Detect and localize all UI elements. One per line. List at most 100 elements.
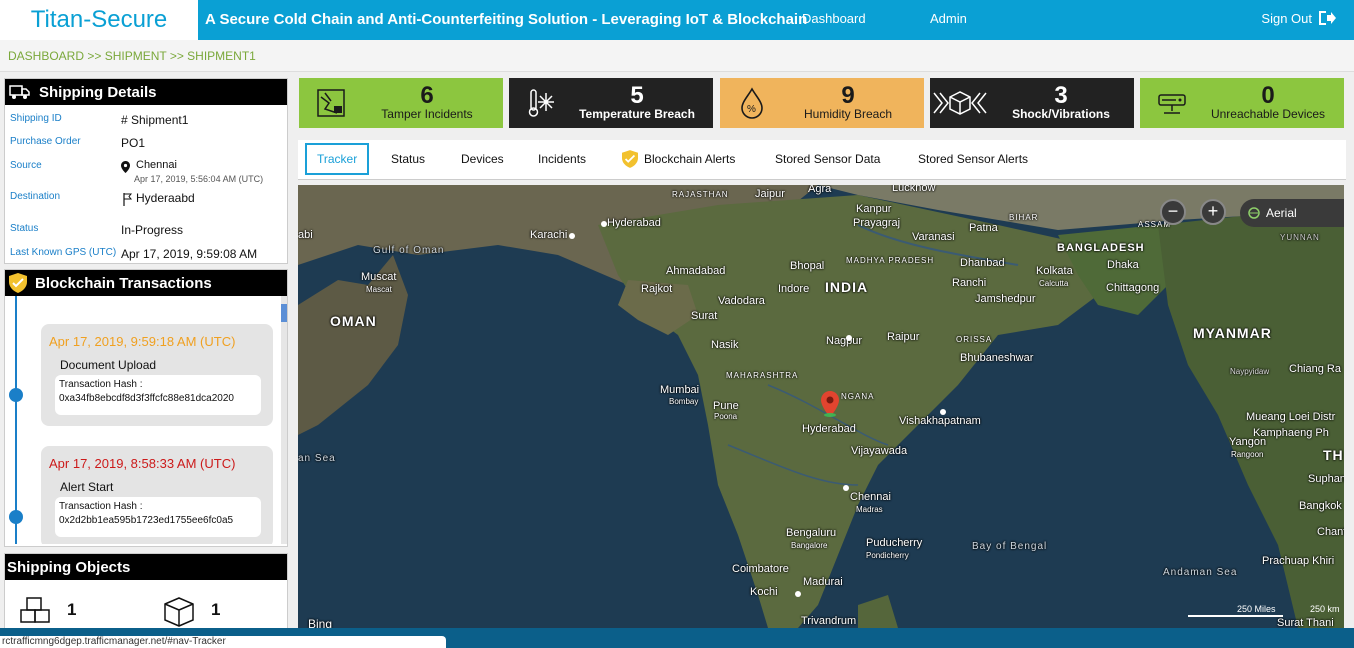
nav-admin-link[interactable]: Admin [930, 11, 967, 26]
map-label-bay-of-bengal: Bay of Bengal [972, 541, 1048, 552]
map-label-kolkata-sub: Calcutta [1039, 279, 1069, 288]
tab-devices[interactable]: Devices [461, 152, 504, 166]
city-dot [601, 221, 607, 227]
map-label-pune-sub: Poona [714, 412, 738, 421]
transaction-hash-label: Transaction Hash : [59, 379, 143, 390]
map-label-varanasi: Varanasi [912, 231, 955, 243]
vertical-scrollbar[interactable] [281, 296, 287, 544]
tab-stored-sensor-alerts[interactable]: Stored Sensor Alerts [918, 152, 1028, 166]
map-type-selector[interactable]: Aerial [1240, 199, 1344, 227]
shipping-id-label: Shipping ID [10, 113, 62, 124]
map-label-naypyidaw: Naypyidaw [1230, 367, 1270, 376]
map-label-abi: abi [298, 229, 313, 241]
tab-blockchain-alerts[interactable]: Blockchain Alerts [622, 150, 735, 168]
zoom-out-button[interactable]: − [1160, 199, 1186, 225]
tamper-incidents-tile[interactable]: 6 Tamper Incidents [299, 78, 503, 128]
map-label-ranchi: Ranchi [952, 277, 987, 289]
zoom-in-button[interactable]: + [1200, 199, 1226, 225]
transaction-hash-label: Transaction Hash : [59, 501, 143, 512]
pallet-boxes-icon [20, 597, 50, 623]
transaction-card[interactable]: Apr 17, 2019, 9:59:18 AM (UTC) Document … [41, 324, 273, 426]
tile-value: 3 [1054, 82, 1068, 109]
tracker-map[interactable]: INDIA OMAN MYANMAR BANGLADESH Gulf of Om… [298, 185, 1344, 628]
timeline-dot [9, 388, 23, 402]
transaction-hash[interactable]: 0x2d2bb1ea595b1723ed1755ee6fc0a5 [59, 515, 257, 526]
map-label-surat-thani: Surat Thani [1277, 617, 1334, 628]
bing-attribution[interactable]: Bing [308, 617, 332, 628]
tab-stored-sensor-data[interactable]: Stored Sensor Data [775, 152, 880, 166]
map-label-telangana: NGANA [841, 392, 875, 401]
map-label-kolkata: Kolkata [1036, 265, 1073, 277]
map-label-bangkok: Bangkok [1299, 500, 1342, 512]
tab-incidents[interactable]: Incidents [538, 152, 586, 166]
svg-text:%: % [747, 104, 756, 115]
tamper-icon [317, 89, 345, 117]
map-label-mueang-loei: Mueang Loei Distr [1246, 411, 1336, 423]
map-label-agra: Agra [808, 185, 832, 195]
map-label-pune: Pune [713, 400, 739, 412]
shipping-objects-header: Shipping Objects [5, 554, 287, 580]
city-dot [846, 335, 852, 341]
tile-label: Temperature Breach [579, 107, 695, 121]
shipping-id-value: # Shipment1 [121, 113, 189, 127]
map-label-th: TH [1323, 447, 1344, 463]
status-label: Status [10, 223, 39, 234]
map-label-rajkot: Rajkot [641, 283, 673, 295]
shipping-objects-panel: Shipping Objects 1 1 [4, 553, 288, 633]
destination-label: Destination [10, 191, 61, 202]
shipment-location-pin-icon[interactable] [821, 391, 839, 417]
transaction-hash-box: Transaction Hash : 0x2d2bb1ea595b1723ed1… [55, 497, 261, 537]
satellite-icon [1248, 207, 1260, 219]
shield-check-icon [9, 273, 27, 293]
timeline-line [15, 296, 17, 544]
humidity-breach-tile[interactable]: % 9 Humidity Breach [720, 78, 924, 128]
destination-value: Hyderaabd [136, 191, 195, 205]
tab-tracker[interactable]: Tracker [305, 143, 370, 175]
brand-logo[interactable]: Titan-Secure [0, 0, 198, 40]
map-label-raipur: Raipur [887, 331, 920, 343]
map-label-vijayawada: Vijayawada [851, 445, 908, 457]
map-scale-miles: 250 Miles [1237, 604, 1276, 614]
map-label-bangladesh: BANGLADESH [1057, 242, 1145, 254]
transaction-type: Document Upload [60, 358, 157, 372]
scrollbar-thumb[interactable] [281, 304, 287, 322]
transactions-list[interactable]: Apr 17, 2019, 9:59:18 AM (UTC) Document … [5, 296, 287, 544]
blockchain-title: Blockchain Transactions [35, 274, 212, 292]
breadcrumb-text[interactable]: DASHBOARD >> SHIPMENT >> SHIPMENT1 [8, 49, 256, 63]
map-type-label: Aerial [1266, 206, 1297, 220]
source-label: Source [10, 160, 42, 171]
shipment-tabs: Tracker Status Devices Incidents Blockch… [298, 140, 1346, 180]
tile-label: Tamper Incidents [381, 107, 473, 121]
blockchain-transactions-panel: Blockchain Transactions Apr 17, 2019, 9:… [4, 269, 288, 547]
temperature-breach-tile[interactable]: 5 Temperature Breach [509, 78, 713, 128]
shipping-details-header: Shipping Details [5, 79, 287, 105]
map-label-muscat-sub: Mascat [366, 285, 392, 294]
map-label-yangon-sub: Rangoon [1231, 450, 1264, 459]
map-label-myanmar: MYANMAR [1193, 325, 1272, 341]
shock-vibrations-tile[interactable]: 3 Shock/Vibrations [930, 78, 1134, 128]
map-label-kanpur: Kanpur [856, 203, 892, 215]
map-label-andaman-sea: Andaman Sea [1163, 567, 1238, 578]
map-label-chiang-rai: Chiang Ra [1289, 363, 1341, 375]
tile-value: 5 [630, 82, 644, 109]
map-label-ahmadabad: Ahmadabad [666, 265, 726, 277]
map-label-dhaka: Dhaka [1107, 259, 1139, 271]
map-label-mumbai: Mumbai [660, 384, 700, 396]
top-navbar: Titan-Secure A Secure Cold Chain and Ant… [0, 0, 1354, 40]
map-label-vishakhapatnam: Vishakhapatnam [899, 415, 981, 427]
nav-dashboard-link[interactable]: Dashboard [802, 11, 866, 26]
transaction-type: Alert Start [60, 480, 114, 494]
map-label-odisha: ORISSA [956, 335, 993, 344]
map-label-bengaluru: Bengaluru [786, 527, 837, 539]
transaction-hash[interactable]: 0xa34fb8ebcdf8d3f3ffcfc88e81dca2020 [59, 393, 257, 404]
map-label-bhubaneshwar: Bhubaneshwar [960, 352, 1034, 364]
map-label-karachi: Karachi [530, 229, 568, 241]
tab-status[interactable]: Status [391, 152, 425, 166]
transaction-card[interactable]: Apr 17, 2019, 8:58:33 AM (UTC) Alert Sta… [41, 446, 273, 544]
sign-out-label: Sign Out [1261, 10, 1312, 26]
map-label-india: INDIA [825, 279, 869, 295]
sign-out-button[interactable]: Sign Out [1261, 10, 1336, 26]
map-label-bihar: BIHAR [1009, 213, 1039, 222]
unreachable-devices-tile[interactable]: 0 Unreachable Devices [1140, 78, 1344, 128]
map-label-yunnan: YUNNAN [1280, 233, 1320, 242]
